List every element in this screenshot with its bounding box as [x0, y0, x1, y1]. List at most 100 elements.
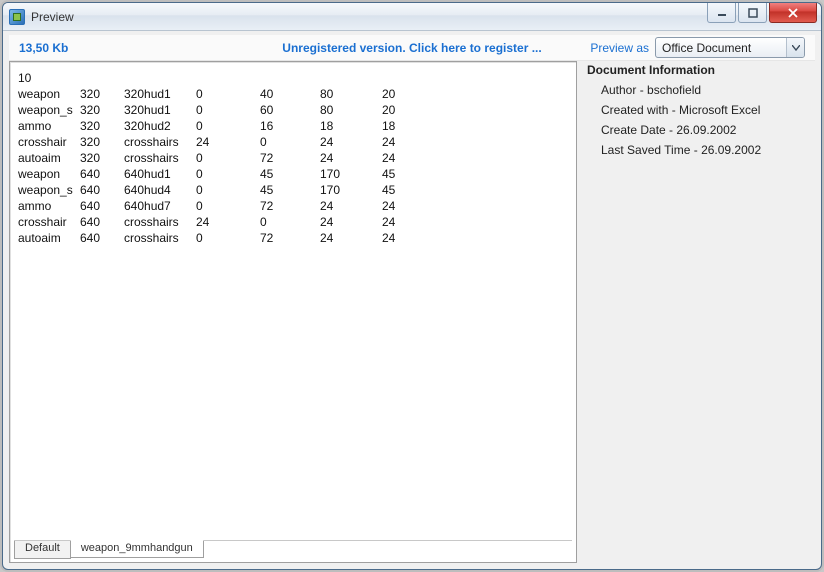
table-row: crosshair320crosshairs2402424	[18, 134, 572, 150]
create-date-row: Create Date - 26.09.2002	[601, 123, 815, 137]
cell: 640hud4	[124, 182, 196, 198]
close-button[interactable]	[769, 3, 817, 23]
cell: 80	[320, 86, 382, 102]
cell: 0	[260, 214, 320, 230]
cell: 320	[80, 134, 124, 150]
cell: 24	[320, 230, 382, 246]
cell: 0	[196, 166, 260, 182]
cell: 640	[80, 230, 124, 246]
table-row: weapon_s640640hud404517045	[18, 182, 572, 198]
cell: 45	[382, 182, 432, 198]
chevron-down-icon	[792, 45, 800, 51]
cell: 0	[196, 198, 260, 214]
cell: 24	[382, 198, 432, 214]
created-with-label: Created with	[601, 103, 668, 117]
info-bar: 13,50 Kb Unregistered version. Click her…	[9, 35, 815, 61]
cell: 170	[320, 166, 382, 182]
cell: weapon_s	[18, 102, 80, 118]
maximize-icon	[748, 8, 758, 18]
cell: 40	[260, 86, 320, 102]
content-pane: 10 weapon320320hud10408020weapon_s320320…	[9, 61, 577, 563]
created-with-row: Created with - Microsoft Excel	[601, 103, 815, 117]
cell: 320hud1	[124, 86, 196, 102]
cell: 320	[80, 150, 124, 166]
cell: 60	[260, 102, 320, 118]
document-info-pane: Document Information Author - bschofield…	[583, 61, 815, 563]
cell: 72	[260, 198, 320, 214]
cell: 0	[196, 86, 260, 102]
last-saved-label: Last Saved Time	[601, 143, 690, 157]
cell: 18	[382, 118, 432, 134]
cell: 16	[260, 118, 320, 134]
cell: 24	[382, 150, 432, 166]
cell: 0	[196, 118, 260, 134]
author-row: Author - bschofield	[601, 83, 815, 97]
data-area: 10 weapon320320hud10408020weapon_s320320…	[18, 70, 572, 536]
sheet-tab[interactable]: weapon_9mmhandgun	[70, 540, 204, 558]
cell: ammo	[18, 198, 80, 214]
cell: 45	[260, 166, 320, 182]
preview-as-combo[interactable]: Office Document	[655, 37, 805, 58]
table-row: weapon320320hud10408020	[18, 86, 572, 102]
last-saved-row: Last Saved Time - 26.09.2002	[601, 143, 815, 157]
cell: 320hud1	[124, 102, 196, 118]
cell: 0	[260, 134, 320, 150]
cell: 72	[260, 230, 320, 246]
created-with-value: Microsoft Excel	[679, 103, 760, 117]
cell: 640hud7	[124, 198, 196, 214]
cell: 18	[320, 118, 382, 134]
table-row: autoaim320crosshairs0722424	[18, 150, 572, 166]
data-header-value: 10	[18, 70, 31, 86]
cell: weapon_s	[18, 182, 80, 198]
window-frame: Preview 13,50 Kb Unregistered version. C…	[2, 2, 822, 570]
cell: weapon	[18, 166, 80, 182]
cell: 320hud2	[124, 118, 196, 134]
table-row: crosshair640crosshairs2402424	[18, 214, 572, 230]
minimize-button[interactable]	[707, 3, 736, 23]
cell: crosshairs	[124, 230, 196, 246]
cell: 170	[320, 182, 382, 198]
app-icon	[9, 9, 25, 25]
cell: 320	[80, 86, 124, 102]
preview-as-label: Preview as	[590, 41, 649, 55]
author-value: bschofield	[647, 83, 701, 97]
table-row: weapon_s320320hud10608020	[18, 102, 572, 118]
cell: ammo	[18, 118, 80, 134]
create-date-label: Create Date	[601, 123, 666, 137]
cell: 320	[80, 118, 124, 134]
cell: 640	[80, 214, 124, 230]
cell: 45	[382, 166, 432, 182]
table-row: autoaim640crosshairs0722424	[18, 230, 572, 246]
maximize-button[interactable]	[738, 3, 767, 23]
author-label: Author	[601, 83, 636, 97]
cell: autoaim	[18, 150, 80, 166]
cell: weapon	[18, 86, 80, 102]
cell: 24	[320, 150, 382, 166]
sheet-tabs: Defaultweapon_9mmhandgun	[14, 540, 572, 559]
close-icon	[787, 8, 799, 18]
cell: 24	[320, 134, 382, 150]
cell: autoaim	[18, 230, 80, 246]
cell: 0	[196, 150, 260, 166]
cell: crosshair	[18, 214, 80, 230]
cell: 640hud1	[124, 166, 196, 182]
cell: crosshairs	[124, 134, 196, 150]
data-header: 10	[18, 70, 572, 86]
sheet-tab[interactable]: Default	[14, 541, 71, 559]
cell: 72	[260, 150, 320, 166]
cell: 0	[196, 182, 260, 198]
cell: 24	[320, 214, 382, 230]
cell: 24	[196, 214, 260, 230]
titlebar[interactable]: Preview	[3, 3, 821, 31]
cell: crosshairs	[124, 214, 196, 230]
cell: 640	[80, 182, 124, 198]
preview-as-group: Preview as Office Document	[590, 37, 805, 58]
combo-arrow[interactable]	[786, 38, 804, 57]
cell: crosshairs	[124, 150, 196, 166]
table-row: weapon640640hud104517045	[18, 166, 572, 182]
cell: 20	[382, 86, 432, 102]
cell: 24	[382, 214, 432, 230]
cell: 24	[196, 134, 260, 150]
table-row: ammo640640hud70722424	[18, 198, 572, 214]
last-saved-value: 26.09.2002	[701, 143, 761, 157]
